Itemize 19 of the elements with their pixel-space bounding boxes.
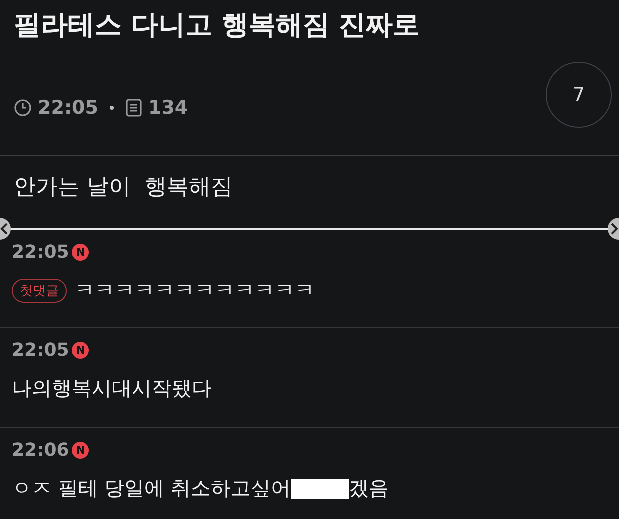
document-icon <box>126 99 142 117</box>
comment-text: ㅋㅋㅋㅋㅋㅋㅋㅋㅋㅋㅋㅋ <box>75 277 315 304</box>
clock-icon <box>14 99 32 117</box>
comment-time: 22:06 <box>12 440 70 461</box>
comment-time: 22:05 <box>12 340 70 361</box>
comment-text: ㅇㅈ 필테 당일에 취소하고싶어 <box>12 475 292 502</box>
comment-count[interactable]: 7 <box>546 62 612 128</box>
comment-text: 겠음 <box>349 475 390 502</box>
comment-time: 22:05 <box>12 242 70 263</box>
new-badge: N <box>72 442 90 459</box>
new-badge: N <box>72 244 90 261</box>
new-badge: N <box>72 342 90 359</box>
post-title: 필라테스 다니고 행복해짐 진짜로 <box>14 9 422 43</box>
comment-text: 나의행복시대시작됐다 <box>12 375 212 402</box>
post-time: 22:05 <box>38 97 98 119</box>
first-comment-tag: 첫댓글 <box>12 278 67 302</box>
post-body: 안가는 날이 행복해짐 <box>13 174 234 202</box>
view-count: 134 <box>148 97 188 119</box>
redaction-block <box>291 478 350 498</box>
